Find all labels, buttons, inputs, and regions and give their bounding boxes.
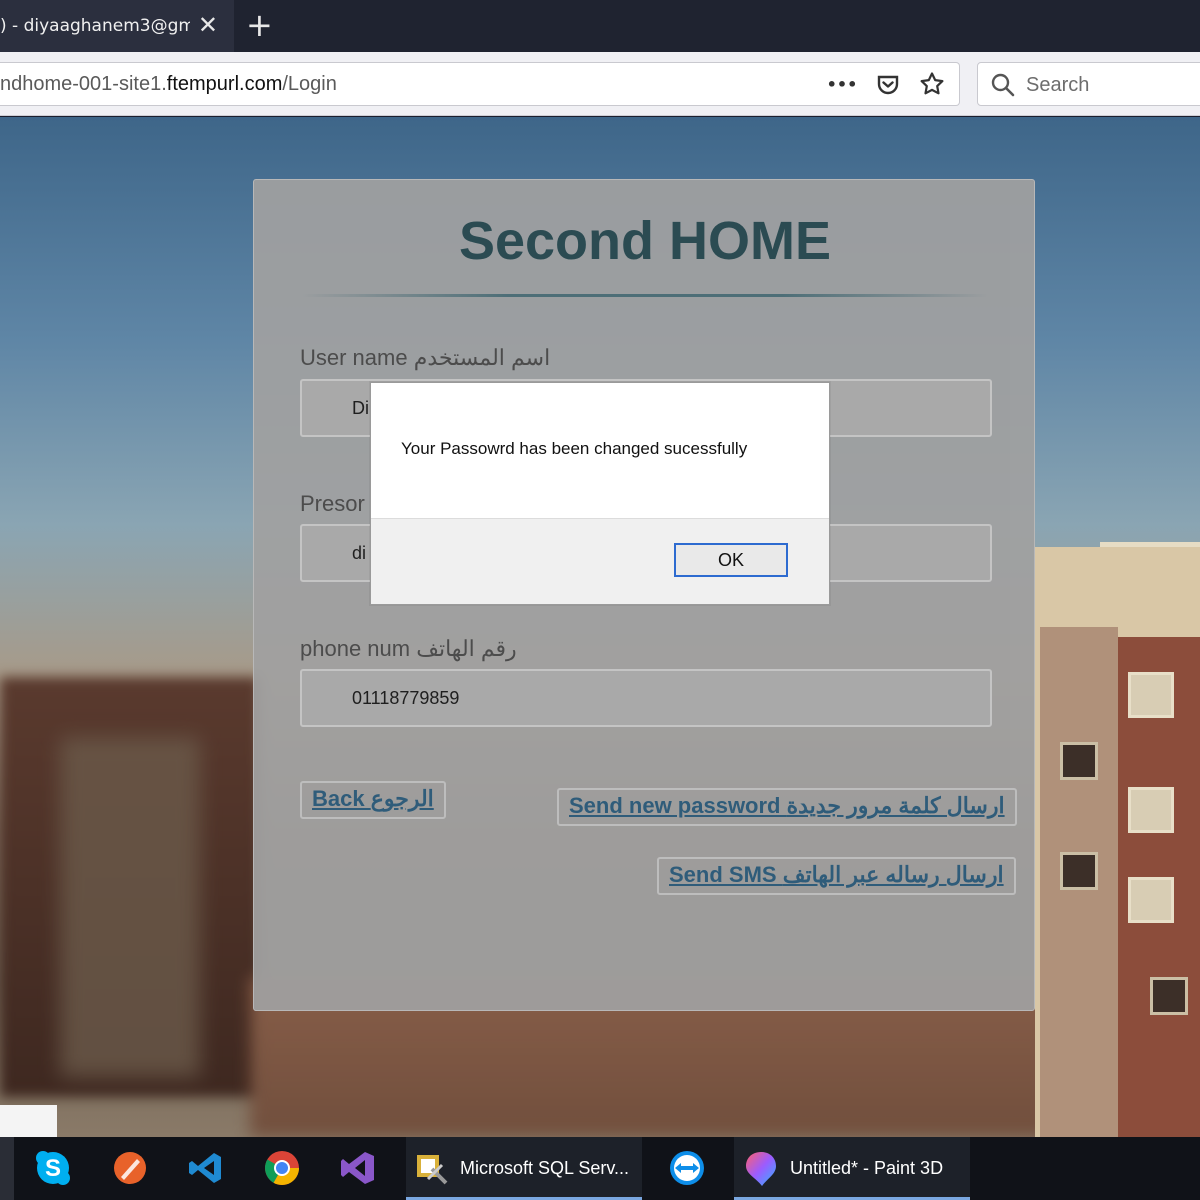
- taskbar: S Microsoft SQL Serv... Untitled* - Pain…: [0, 1137, 1200, 1200]
- browser-tab[interactable]: ) - diyaaghanem3@gm ✕: [0, 0, 234, 52]
- taskbar-app-sql-server[interactable]: Microsoft SQL Serv...: [406, 1137, 642, 1200]
- navigation-bar: ndhome-001-site1.ftempurl.com/Login ••• …: [0, 52, 1200, 116]
- browser-tab-bar: ) - diyaaghanem3@gm ✕ +: [0, 0, 1200, 52]
- chrome-icon[interactable]: [259, 1145, 305, 1191]
- taskbar-edge: [0, 1137, 14, 1200]
- building-window: [1128, 877, 1174, 923]
- search-placeholder: Search: [1026, 74, 1090, 96]
- taskbar-app-label: Untitled* - Paint 3D: [790, 1158, 944, 1178]
- skype-icon[interactable]: S: [30, 1145, 76, 1191]
- alert-dialog: Your Passowrd has been changed sucessful…: [370, 382, 830, 605]
- bookmark-star-icon[interactable]: [919, 71, 945, 97]
- desktop-window-fragment: [0, 1105, 57, 1137]
- username-label: User name اسم المستخدم: [300, 345, 551, 370]
- ok-button[interactable]: OK: [674, 543, 788, 577]
- url-text[interactable]: ndhome-001-site1.ftempurl.com/Login: [0, 73, 337, 96]
- building-window: [1128, 787, 1174, 833]
- background-building-left-detail: [60, 737, 200, 1077]
- phone-field[interactable]: 01118779859: [300, 669, 992, 727]
- taskbar-app-label: Microsoft SQL Serv...: [460, 1158, 630, 1178]
- tab-close-icon[interactable]: ✕: [198, 12, 218, 38]
- search-icon: [990, 72, 1016, 102]
- building-window: [1150, 977, 1188, 1015]
- taskbar-app-paint3d[interactable]: Untitled* - Paint 3D: [734, 1137, 970, 1200]
- sql-server-icon: [414, 1151, 450, 1187]
- page-actions-icon[interactable]: •••: [827, 71, 858, 97]
- pocket-icon[interactable]: [875, 71, 901, 97]
- building-window: [1060, 742, 1098, 780]
- search-bar[interactable]: Search: [977, 62, 1200, 106]
- phone-label: phone num رقم الهاتف: [300, 636, 517, 661]
- send-sms-link[interactable]: Send SMS ارسال رساله عبر الهاتف: [657, 857, 1016, 895]
- vscode-icon[interactable]: [183, 1145, 229, 1191]
- teamviewer-icon[interactable]: [664, 1145, 710, 1191]
- page-title: Second HOME: [458, 211, 832, 271]
- building-window: [1128, 672, 1174, 718]
- send-new-password-link[interactable]: Send new password ارسال كلمة مرور جديدة: [557, 788, 1017, 826]
- paint3d-icon: [744, 1150, 778, 1188]
- new-tab-icon[interactable]: +: [246, 8, 273, 42]
- svg-text:S: S: [45, 1155, 61, 1182]
- visual-studio-icon[interactable]: [335, 1145, 381, 1191]
- url-host: ftempurl.com: [166, 73, 283, 95]
- address-bar[interactable]: ndhome-001-site1.ftempurl.com/Login •••: [0, 62, 960, 106]
- title-divider: [302, 294, 988, 297]
- tab-title: ) - diyaaghanem3@gm: [0, 16, 190, 36]
- back-link[interactable]: Back الرجوع: [300, 781, 446, 819]
- pen-tool-icon[interactable]: [107, 1145, 153, 1191]
- building-window: [1060, 852, 1098, 890]
- url-path: /Login: [282, 73, 337, 95]
- url-path-prefix: ndhome-001-site1.: [0, 73, 167, 95]
- password-label: Presor: [300, 491, 365, 516]
- alert-message: Your Passowrd has been changed sucessful…: [401, 439, 748, 458]
- alert-footer: OK: [371, 518, 829, 604]
